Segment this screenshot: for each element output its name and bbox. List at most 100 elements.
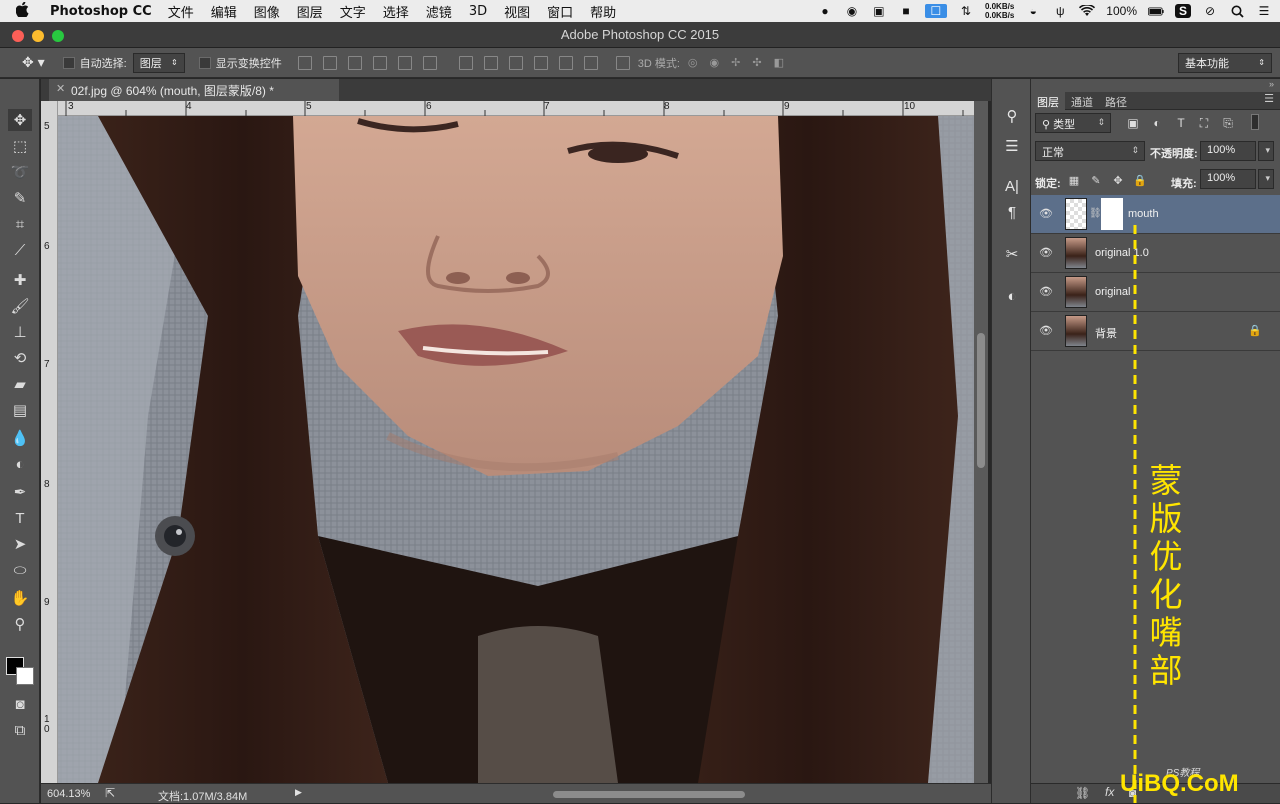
menu-help[interactable]: 帮助 (590, 2, 616, 21)
history-brush-tool-icon[interactable]: ⟲ (8, 347, 32, 369)
distribute-right-icon[interactable] (583, 55, 598, 70)
menu-window[interactable]: 窗口 (547, 2, 573, 21)
zoom-tool-icon[interactable]: ⚲ (8, 613, 32, 635)
layer-row-background[interactable]: 👁 背景 🔒 (1031, 312, 1280, 351)
zoom-level[interactable]: 604.13% (47, 788, 90, 800)
fill-input[interactable]: 100% (1200, 169, 1256, 189)
eye-icon[interactable]: 👁 (1039, 285, 1053, 298)
brush-tool-icon[interactable]: 🖌 (8, 295, 32, 317)
horizontal-scroll-thumb[interactable] (553, 791, 745, 798)
path-select-tool-icon[interactable]: ➤ (8, 533, 32, 555)
align-hcenter-icon[interactable] (397, 55, 412, 70)
3d-slide-icon[interactable]: ✣ (752, 56, 761, 69)
eye-icon[interactable]: 👁 (1039, 207, 1053, 220)
menu-type[interactable]: 文字 (340, 2, 366, 21)
usb-icon[interactable]: ψ (1052, 4, 1068, 18)
wechat-icon[interactable]: ◉ (844, 4, 860, 18)
layer-mask-thumbnail[interactable] (1101, 198, 1123, 230)
marquee-tool-icon[interactable]: ⬚ (8, 135, 32, 157)
blend-mode-dropdown[interactable]: 正常 ⇕ (1035, 141, 1145, 161)
panel-collapse-icon[interactable]: » (1269, 79, 1274, 89)
blur-tool-icon[interactable]: 💧 (8, 427, 32, 449)
ellipse-tool-icon[interactable]: ⬭ (8, 559, 32, 581)
menu-select[interactable]: 选择 (383, 2, 409, 21)
move-tool-preset-icon[interactable]: ✥ ▾ (22, 54, 45, 71)
character-panel-icon[interactable]: A| (1000, 175, 1024, 197)
3d-camera-icon[interactable]: ◧ (774, 56, 784, 69)
align-bottom-icon[interactable] (347, 55, 362, 70)
align-left-icon[interactable] (372, 55, 387, 70)
lock-all-icon[interactable]: 🔒 (1133, 173, 1147, 187)
close-tab-icon[interactable]: ✕ (56, 82, 65, 95)
type-tool-icon[interactable]: T (8, 507, 32, 529)
layer-thumbnail[interactable] (1065, 315, 1087, 347)
pen-tool-icon[interactable]: ✒ (8, 481, 32, 503)
show-transform-checkbox[interactable] (198, 56, 211, 69)
hand-tool-icon[interactable]: ✋ (8, 587, 32, 609)
history-panel-icon[interactable]: ⚲ (1000, 105, 1024, 127)
distribute-vcenter-icon[interactable] (483, 55, 498, 70)
healing-brush-tool-icon[interactable]: ✚ (8, 269, 32, 291)
tools-preset-panel-icon[interactable]: ✂ (1000, 243, 1024, 265)
app-name-menu[interactable]: Photoshop CC (50, 4, 152, 19)
document-canvas[interactable] (58, 116, 974, 783)
gradient-tool-icon[interactable]: ▤ (8, 399, 32, 421)
document-tab[interactable]: ✕ 02f.jpg @ 604% (mouth, 图层蒙版/8) * (49, 79, 339, 101)
layer-style-fx-icon[interactable]: fx (1105, 785, 1114, 799)
3d-rotate-icon[interactable]: ◎ (688, 56, 698, 69)
qq-icon[interactable]: ● (817, 4, 833, 18)
distribute-hcenter-icon[interactable] (558, 55, 573, 70)
layer-name[interactable]: 背景 (1095, 325, 1117, 341)
distribute-left-icon[interactable] (533, 55, 548, 70)
notification-center-icon[interactable]: ☰ (1256, 4, 1272, 18)
menu-3d[interactable]: 3D (469, 4, 487, 19)
filter-adjustment-icon[interactable]: ◐ (1149, 115, 1165, 131)
distribute-top-icon[interactable] (458, 55, 473, 70)
bag-icon[interactable]: ■ (898, 4, 914, 18)
3d-roll-icon[interactable]: ◉ (710, 56, 720, 69)
workspace-dropdown[interactable]: 基本功能 ⇕ (1178, 52, 1272, 73)
quick-mask-icon[interactable]: ◙ (8, 693, 32, 715)
lock-paint-icon[interactable]: ✎ (1089, 173, 1103, 187)
screen-mode-icon[interactable]: ⧉ (8, 719, 32, 741)
layer-name[interactable]: mouth (1128, 208, 1159, 220)
battery-icon[interactable] (1148, 4, 1164, 18)
background-color[interactable] (16, 667, 34, 685)
menu-image[interactable]: 图像 (254, 2, 280, 21)
clone-stamp-tool-icon[interactable]: ⊥ (8, 321, 32, 343)
link-icon[interactable]: ⛓ (1089, 208, 1102, 219)
eye-icon[interactable]: 👁 (1039, 324, 1053, 337)
keyboard-icon[interactable]: ☐ (924, 4, 947, 18)
apple-icon[interactable] (15, 1, 34, 20)
layer-thumbnail[interactable] (1065, 198, 1087, 230)
panel-menu-icon[interactable]: ☰ (1264, 92, 1274, 109)
tab-layers[interactable]: 图层 (1031, 92, 1065, 110)
properties-panel-icon[interactable]: ☰ (1000, 135, 1024, 157)
lock-position-icon[interactable]: ✥ (1111, 173, 1125, 187)
menu-layer[interactable]: 图层 (297, 2, 323, 21)
align-right-icon[interactable] (422, 55, 437, 70)
adjustments-panel-icon[interactable]: ◐ (1000, 285, 1024, 307)
filter-kind-dropdown[interactable]: ⚲ 类型 ⇕ (1035, 113, 1111, 133)
filter-shape-icon[interactable]: ⛶ (1196, 115, 1212, 131)
layer-row-mouth[interactable]: 👁 ⛓ mouth (1031, 195, 1280, 234)
scroll-thumb[interactable] (977, 333, 985, 468)
tab-paths[interactable]: 路径 (1099, 92, 1133, 110)
fill-slider-button[interactable]: ▾ (1258, 169, 1274, 189)
spotlight-search-icon[interactable] (1229, 4, 1245, 18)
layer-row-original-1[interactable]: 👁 original 1.0 (1031, 234, 1280, 273)
opacity-slider-button[interactable]: ▾ (1258, 141, 1274, 161)
canvas-vertical-scrollbar[interactable] (974, 101, 988, 783)
link-layers-icon[interactable]: ⛓ (1075, 786, 1090, 800)
move-tool-icon[interactable]: ✥ (8, 109, 32, 131)
facetime-icon[interactable]: ▣ (871, 4, 887, 18)
helmet-icon[interactable]: ◒ (1025, 4, 1041, 18)
lock-transparent-icon[interactable]: ▦ (1067, 173, 1081, 187)
eraser-tool-icon[interactable]: ▰ (8, 373, 32, 395)
auto-align-icon[interactable] (615, 55, 630, 70)
distribute-bottom-icon[interactable] (508, 55, 523, 70)
dodge-tool-icon[interactable]: ◐ (8, 453, 32, 475)
wifi-icon[interactable] (1079, 4, 1096, 18)
status-menu-arrow-icon[interactable]: ▶ (295, 787, 302, 798)
lasso-tool-icon[interactable]: ➰ (8, 161, 32, 183)
